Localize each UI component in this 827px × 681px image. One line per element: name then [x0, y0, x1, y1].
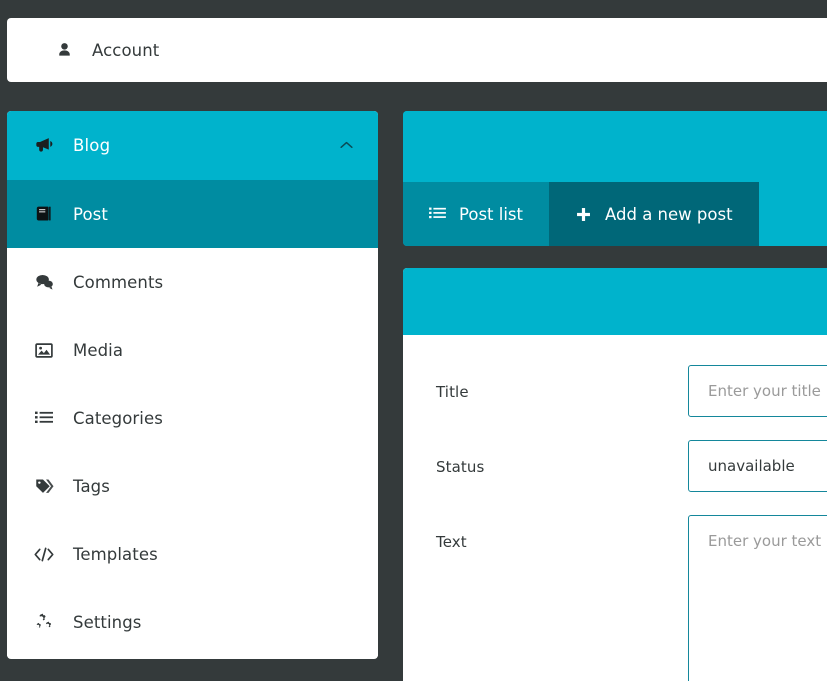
post-form: Title Status unavailable Te	[403, 335, 827, 681]
status-select[interactable]: unavailable	[688, 440, 827, 492]
sidebar-item-label: Categories	[73, 408, 163, 428]
sidebar-item-label: Post	[73, 204, 108, 224]
text-label: Text	[436, 533, 467, 551]
tabs-card: Post list Add a new post	[403, 111, 827, 246]
sidebar-group-label: Blog	[73, 136, 111, 155]
sidebar: Blog Post Comments Media Categories Tags…	[7, 111, 378, 659]
tab-strip: Post list Add a new post	[403, 182, 827, 246]
app-viewport: Account Blog Post Comments Media Categor…	[0, 0, 827, 681]
comments-icon	[33, 273, 55, 291]
post-form-card: Title Status unavailable Te	[403, 268, 827, 681]
form-row-text: Text	[403, 515, 827, 681]
tab-label: Post list	[459, 204, 524, 224]
account-label: Account	[92, 40, 160, 60]
cogs-icon	[33, 613, 55, 631]
tab-add-new-post[interactable]: Add a new post	[549, 182, 759, 246]
image-icon	[33, 342, 55, 359]
title-label: Title	[436, 383, 469, 401]
sidebar-item-post[interactable]: Post	[7, 180, 378, 248]
topbar: Account	[7, 18, 827, 82]
chevron-up-icon[interactable]	[338, 138, 354, 154]
title-input[interactable]	[688, 365, 827, 417]
text-textarea[interactable]	[688, 515, 827, 681]
tag-icon	[33, 477, 55, 495]
sidebar-item-tags[interactable]: Tags	[7, 452, 378, 520]
form-row-status: Status unavailable	[403, 440, 827, 492]
status-label: Status	[436, 458, 485, 476]
title-field-wrapper	[688, 365, 827, 417]
tab-post-list[interactable]: Post list	[403, 182, 550, 246]
code-icon	[33, 547, 55, 562]
sidebar-item-media[interactable]: Media	[7, 316, 378, 384]
sidebar-item-settings[interactable]: Settings	[7, 588, 378, 656]
bullhorn-icon	[33, 136, 55, 155]
user-icon	[56, 42, 72, 58]
plus-icon	[575, 206, 592, 223]
sidebar-group-blog[interactable]: Blog	[7, 111, 378, 180]
sidebar-item-label: Settings	[73, 612, 142, 632]
sidebar-item-label: Tags	[73, 476, 110, 496]
sidebar-item-label: Comments	[73, 272, 164, 292]
form-card-banner	[403, 268, 827, 335]
main-content: Post list Add a new post Title Enter you…	[403, 111, 827, 681]
text-field-wrapper	[688, 515, 827, 681]
sidebar-item-templates[interactable]: Templates	[7, 520, 378, 588]
list-icon	[429, 206, 446, 223]
list-icon	[33, 411, 55, 426]
status-field-wrapper: unavailable	[688, 440, 827, 492]
form-row-title: Title	[403, 365, 827, 417]
sidebar-item-label: Templates	[73, 544, 158, 564]
tabs-card-banner	[403, 111, 827, 182]
sidebar-item-categories[interactable]: Categories	[7, 384, 378, 452]
account-menu-button[interactable]: Account	[7, 18, 159, 82]
sidebar-item-label: Media	[73, 340, 124, 360]
tab-label: Add a new post	[605, 204, 733, 224]
book-icon	[33, 205, 55, 223]
sidebar-item-comments[interactable]: Comments	[7, 248, 378, 316]
